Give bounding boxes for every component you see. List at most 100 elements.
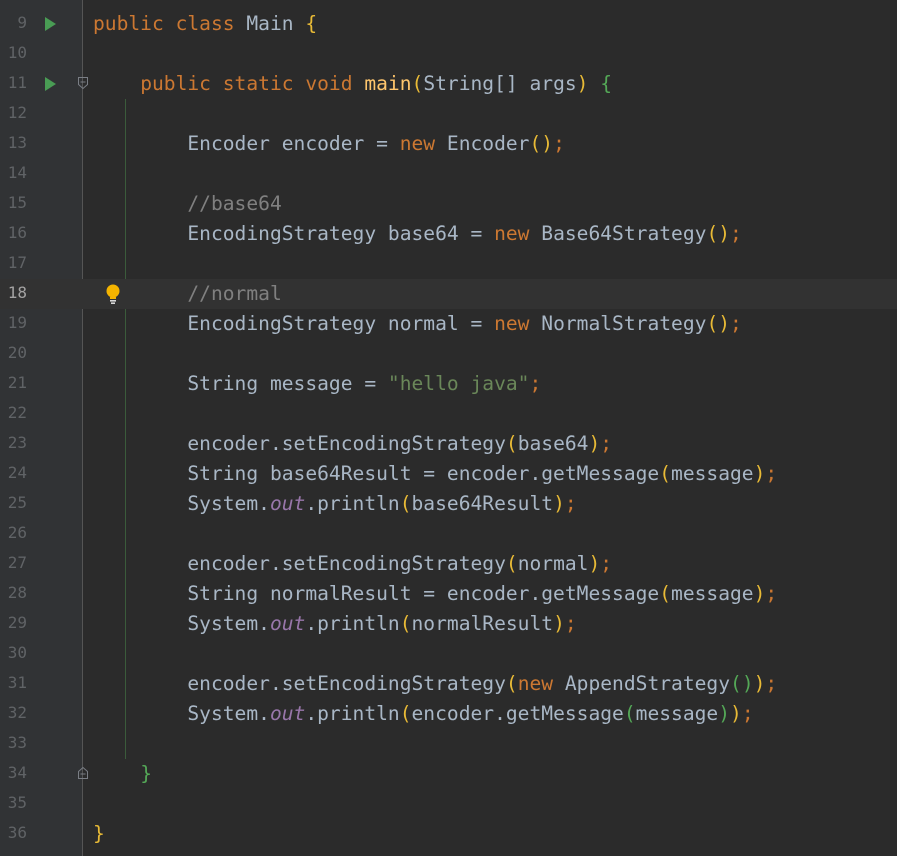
- line-code: //base64: [93, 192, 281, 216]
- line-code: System.out.println(encoder.getMessage(me…: [93, 702, 754, 726]
- code-token: (: [659, 462, 672, 485]
- code-line[interactable]: 30: [0, 639, 897, 669]
- code-token: {: [600, 72, 613, 95]
- code-token: normal: [517, 552, 589, 575]
- code-token: encoder.setEncodingStrategy: [93, 432, 506, 455]
- code-line[interactable]: 24 String base64Result = encoder.getMess…: [0, 459, 897, 489]
- code-line[interactable]: 17: [0, 249, 897, 279]
- line-number: 32: [7, 703, 27, 722]
- line-code: //normal: [93, 282, 281, 306]
- code-line[interactable]: 34 }: [0, 759, 897, 789]
- code-token: Encoder: [446, 132, 530, 155]
- code-line[interactable]: 18 //normal: [0, 279, 897, 309]
- line-code: String base64Result = encoder.getMessage…: [93, 462, 777, 486]
- code-line[interactable]: 31 encoder.setEncodingStrategy(new Appen…: [0, 669, 897, 699]
- code-line[interactable]: 23 encoder.setEncodingStrategy(base64);: [0, 429, 897, 459]
- code-token: }: [93, 822, 105, 845]
- code-token: ;: [529, 372, 542, 395]
- code-token: String message =: [93, 372, 388, 395]
- code-token: "hello java": [387, 372, 530, 395]
- line-code: System.out.println(normalResult);: [93, 612, 576, 636]
- code-token: ;: [765, 582, 778, 605]
- code-line[interactable]: 32 System.out.println(encoder.getMessage…: [0, 699, 897, 729]
- code-line[interactable]: 15 //base64: [0, 189, 897, 219]
- code-token: (): [529, 132, 554, 155]
- code-token: ;: [765, 672, 778, 695]
- code-token: new: [517, 672, 565, 695]
- code-line[interactable]: 22: [0, 399, 897, 429]
- line-number: 13: [7, 133, 27, 152]
- code-line[interactable]: 19 EncodingStrategy normal = new NormalS…: [0, 309, 897, 339]
- code-token: ;: [741, 702, 754, 725]
- code-token: (: [505, 432, 518, 455]
- code-token: (): [706, 222, 731, 245]
- code-token: void: [305, 72, 365, 95]
- line-code: }: [93, 822, 105, 846]
- code-token: ): [753, 672, 766, 695]
- code-token: (: [659, 582, 672, 605]
- code-token: encoder.getMessage: [411, 702, 624, 725]
- code-token: {: [305, 12, 318, 35]
- line-code: public class Main {: [93, 12, 317, 36]
- code-token: String[] args: [423, 72, 577, 95]
- line-number: 17: [7, 253, 27, 272]
- code-token: ;: [553, 132, 565, 155]
- run-gutter-icon[interactable]: [45, 17, 56, 31]
- line-number: 31: [7, 673, 27, 692]
- code-token: EncodingStrategy normal =: [93, 312, 495, 335]
- code-line[interactable]: 33: [0, 729, 897, 759]
- code-token: (: [399, 702, 412, 725]
- code-line[interactable]: 35: [0, 789, 897, 819]
- code-line[interactable]: 9 public class Main {: [0, 9, 897, 39]
- code-token: (): [706, 312, 731, 335]
- code-token: out: [269, 702, 306, 725]
- code-line[interactable]: 21 String message = "hello java";: [0, 369, 897, 399]
- fold-collapse-icon[interactable]: [77, 76, 89, 90]
- code-token: (: [505, 552, 518, 575]
- line-code: public static void main(String[] args) {: [93, 72, 612, 96]
- code-token: new: [494, 312, 542, 335]
- line-number: 14: [7, 163, 27, 182]
- code-line[interactable]: 36}: [0, 819, 897, 849]
- line-number: 21: [7, 373, 27, 392]
- code-line[interactable]: 13 Encoder encoder = new Encoder();: [0, 129, 897, 159]
- code-line[interactable]: 16 EncodingStrategy base64 = new Base64S…: [0, 219, 897, 249]
- code-token: new: [494, 222, 542, 245]
- code-token: System.: [93, 702, 270, 725]
- code-line[interactable]: 28 String normalResult = encoder.getMess…: [0, 579, 897, 609]
- code-line[interactable]: 10: [0, 39, 897, 69]
- code-token: base64: [517, 432, 589, 455]
- code-line[interactable]: 20: [0, 339, 897, 369]
- code-token: ): [553, 492, 565, 515]
- code-line[interactable]: 29 System.out.println(normalResult);: [0, 609, 897, 639]
- code-token: ): [576, 72, 601, 95]
- code-token: out: [269, 492, 306, 515]
- code-line[interactable]: 12: [0, 99, 897, 129]
- line-number: 36: [7, 823, 27, 842]
- line-code: System.out.println(base64Result);: [93, 492, 577, 516]
- code-line[interactable]: 27 encoder.setEncodingStrategy(normal);: [0, 549, 897, 579]
- fold-end-icon[interactable]: [77, 766, 89, 780]
- code-token: out: [269, 612, 306, 635]
- code-token: encoder.setEncodingStrategy: [93, 672, 506, 695]
- run-gutter-icon[interactable]: [45, 77, 56, 91]
- line-code: encoder.setEncodingStrategy(new AppendSt…: [93, 672, 777, 696]
- code-token: .println: [305, 492, 400, 515]
- line-number: 35: [7, 793, 27, 812]
- code-token: ): [753, 582, 766, 605]
- code-token: NormalStrategy: [541, 312, 707, 335]
- code-token: message: [671, 582, 754, 605]
- code-line[interactable]: 25 System.out.println(base64Result);: [0, 489, 897, 519]
- code-token: ): [753, 462, 766, 485]
- code-token: System.: [93, 492, 270, 515]
- code-line[interactable]: 26: [0, 519, 897, 549]
- line-number: 18: [7, 283, 27, 302]
- line-number: 26: [7, 523, 27, 542]
- code-line[interactable]: 11 public static void main(String[] args…: [0, 69, 897, 99]
- code-line[interactable]: 14: [0, 159, 897, 189]
- code-token: ;: [564, 492, 577, 515]
- line-number: 16: [7, 223, 27, 242]
- line-code: encoder.setEncodingStrategy(base64);: [93, 432, 612, 456]
